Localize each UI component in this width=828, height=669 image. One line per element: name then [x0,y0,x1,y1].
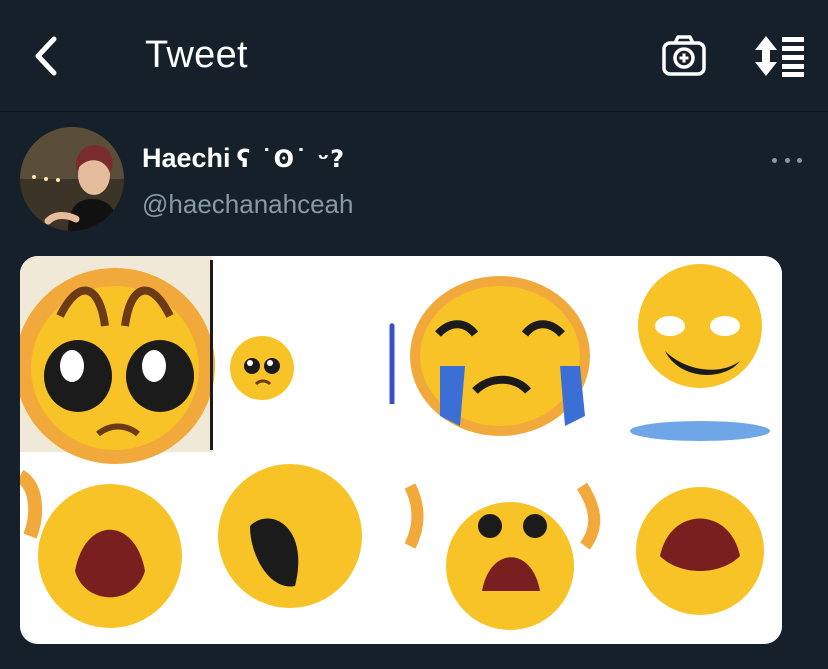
sort-list-icon [755,36,804,77]
camera-button[interactable] [660,34,708,78]
author-handle[interactable]: @haechanahceah [142,189,353,220]
name-kaomoji: ʕ ˙ʘ˙ ᵕ? [236,144,346,173]
crying-emoji-collage-image [20,256,782,644]
chevron-left-icon [35,36,57,76]
tweet: Haechi ʕ ˙ʘ˙ ᵕ? @haechanahceah [0,113,828,669]
top-nav-bar: Tweet [0,0,828,112]
tweet-media-image[interactable] [20,256,782,644]
more-options-button[interactable] [772,153,802,167]
back-button[interactable] [22,32,70,80]
avatar[interactable] [20,127,124,231]
display-name: Haechi [142,143,231,173]
camera-add-icon [662,35,706,76]
page-title: Tweet [145,34,248,76]
author-name[interactable]: Haechi ʕ ˙ʘ˙ ᵕ? [142,143,345,174]
sort-button[interactable] [752,34,808,78]
avatar-photo [20,127,124,231]
more-dots-icon [772,157,777,163]
